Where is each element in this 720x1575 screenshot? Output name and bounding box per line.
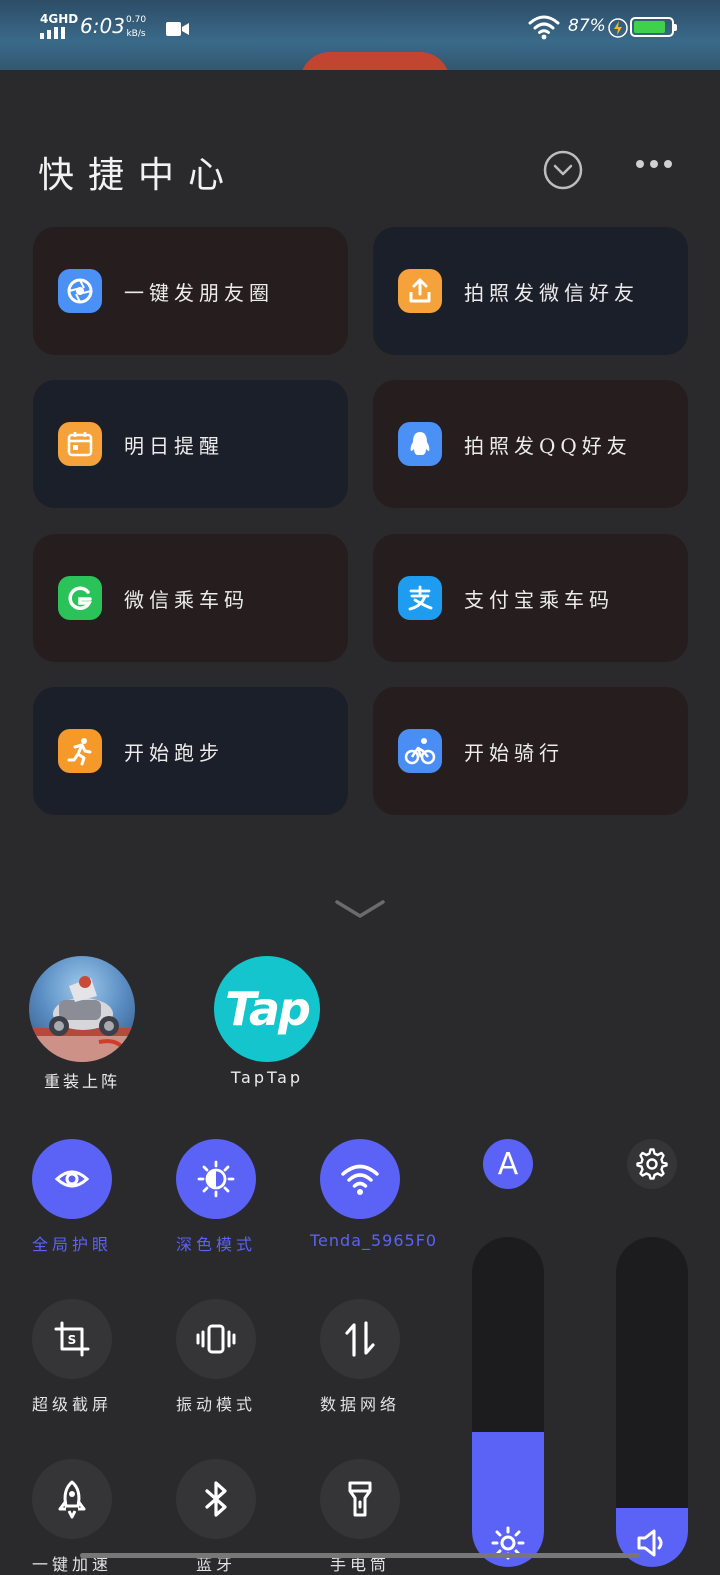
toggle-label: 振动模式: [175, 1395, 256, 1414]
camera-shutter-icon: [58, 269, 102, 313]
mobile-data-icon: [320, 1299, 400, 1379]
battery-percent: 87%: [568, 16, 606, 36]
auto-brightness-button[interactable]: A: [483, 1139, 533, 1189]
toggle-label: 超级截屏: [31, 1395, 112, 1414]
wallpaper-fragment: [300, 52, 450, 70]
settings-button[interactable]: [627, 1139, 677, 1189]
clock: 6:03: [80, 14, 125, 38]
video-camera-icon: [166, 22, 189, 36]
toggle-eye-care[interactable]: 全局护眼: [22, 1139, 122, 1255]
shortcut-label: 一键发朋友圈: [124, 280, 274, 305]
toggle-dark-mode[interactable]: 深色模式: [166, 1139, 266, 1255]
volume-slider[interactable]: [616, 1237, 688, 1567]
wifi-icon: [320, 1139, 400, 1219]
wechat-pay-icon: [58, 576, 102, 620]
app-name: 重装上阵: [43, 1072, 120, 1091]
app-name: TapTap: [230, 1068, 304, 1087]
net-speed-value: 0.70: [126, 15, 147, 25]
toggle-label: Tenda_5965F0: [310, 1231, 438, 1250]
shortcut-start-cycling[interactable]: 开始骑行: [373, 687, 688, 815]
more-options-button[interactable]: [636, 160, 672, 168]
shortcut-tomorrow-reminder[interactable]: 明日提醒: [33, 380, 348, 508]
toggle-label: 深色模式: [175, 1235, 256, 1254]
toggle-vibrate-mode[interactable]: 振动模式: [166, 1299, 266, 1415]
shortcut-alipay-transit-code[interactable]: 支付宝乘车码: [373, 534, 688, 662]
recent-app-game[interactable]: 重装上阵: [22, 956, 142, 1092]
expand-chevron-icon[interactable]: [335, 898, 385, 920]
bluetooth-icon: [176, 1459, 256, 1539]
battery-icon: [630, 17, 677, 37]
game-app-icon: [29, 956, 135, 1062]
signal-icon: [40, 27, 65, 39]
shortcut-photo-qq-friend[interactable]: 拍照发QQ好友: [373, 380, 688, 508]
toggle-label: 全局护眼: [31, 1235, 112, 1254]
flashlight-icon: [320, 1459, 400, 1539]
shortcut-label: 开始骑行: [464, 740, 564, 765]
battery-fill: [634, 21, 666, 33]
collapse-panel-button[interactable]: [543, 150, 583, 190]
network-type: 4GHD: [40, 12, 79, 26]
status-bar: 4GHD 6:03 0.70 kB/s 87%: [0, 0, 720, 70]
more-dot: [636, 160, 644, 168]
taptap-app-icon: Tap: [214, 956, 320, 1062]
gear-icon: [636, 1148, 668, 1180]
toggle-super-screenshot[interactable]: S 超级截屏: [22, 1299, 122, 1415]
share-upload-icon: [398, 269, 442, 313]
svg-text:S: S: [68, 1333, 77, 1347]
home-indicator[interactable]: [80, 1553, 640, 1558]
more-dot: [664, 160, 672, 168]
recent-app-taptap[interactable]: Tap TapTap: [207, 956, 327, 1087]
toggle-mobile-data[interactable]: 数据网络: [310, 1299, 410, 1415]
shortcut-moments-post[interactable]: 一键发朋友圈: [33, 227, 348, 355]
shortcut-label: 微信乘车码: [124, 587, 249, 612]
net-speed-unit: kB/s: [126, 29, 146, 39]
shortcut-label: 明日提醒: [124, 433, 224, 458]
shortcut-wechat-transit-code[interactable]: 微信乘车码: [33, 534, 348, 662]
auto-brightness-glyph: A: [497, 1146, 519, 1182]
qq-penguin-icon: [398, 422, 442, 466]
wifi-status-icon: [528, 15, 560, 40]
cycling-icon: [398, 729, 442, 773]
vibrate-icon: [176, 1299, 256, 1379]
page-title: 快捷中心: [38, 155, 239, 196]
eye-icon: [32, 1139, 112, 1219]
rocket-icon: [32, 1459, 112, 1539]
taptap-logo-text: Tap: [225, 982, 311, 1036]
charging-icon: [608, 18, 628, 38]
shortcut-label: 开始跑步: [124, 740, 224, 765]
shortcut-label: 拍照发微信好友: [464, 280, 639, 305]
running-icon: [58, 729, 102, 773]
more-dot: [650, 160, 658, 168]
net-speed: 0.70 kB/s: [126, 13, 146, 41]
shortcut-label: 拍照发QQ好友: [464, 433, 632, 458]
shortcut-label: 支付宝乘车码: [464, 587, 614, 612]
screenshot-icon: S: [32, 1299, 112, 1379]
alipay-icon: [398, 576, 442, 620]
calendar-icon: [58, 422, 102, 466]
dark-mode-icon: [176, 1139, 256, 1219]
shortcut-start-running[interactable]: 开始跑步: [33, 687, 348, 815]
brightness-slider[interactable]: [472, 1237, 544, 1567]
toggle-label: 数据网络: [319, 1395, 400, 1414]
toggle-wifi[interactable]: Tenda_5965F0: [310, 1139, 438, 1250]
shortcut-photo-wechat-friend[interactable]: 拍照发微信好友: [373, 227, 688, 355]
